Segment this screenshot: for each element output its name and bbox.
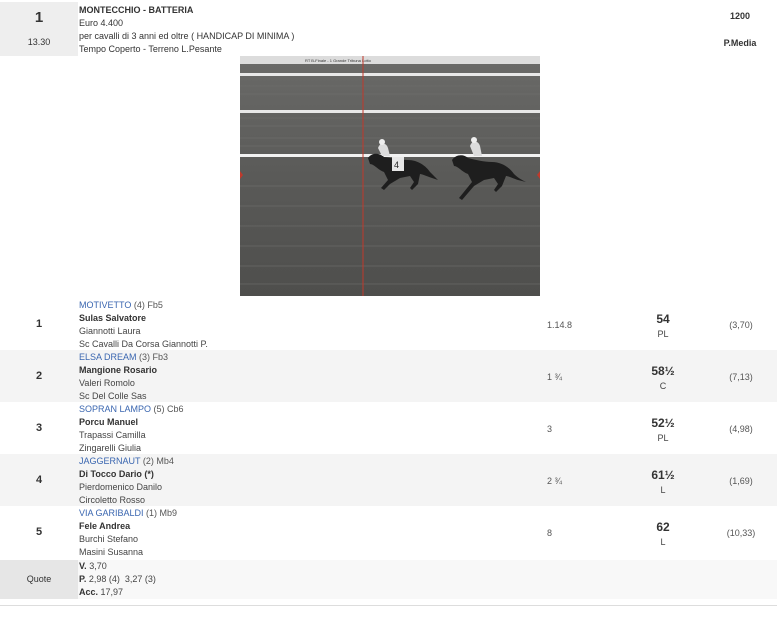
horse-extra: (1) Mb9: [146, 508, 178, 518]
weight-class: PL: [657, 433, 669, 443]
finish-position: 5: [35, 526, 43, 538]
jockey-name: Porcu Manuel: [79, 417, 139, 427]
horse-name-link[interactable]: MOTIVETTO: [79, 300, 131, 310]
weight-value: 54: [656, 312, 670, 326]
quote-win-label: V.: [79, 561, 87, 571]
horse-name-link[interactable]: JAGGERNAUT: [79, 456, 140, 466]
horse-extra: (4) Fb5: [133, 300, 163, 310]
photo-caption: RT B-Finale - 1 Grande Tribuna Lotto: [305, 58, 372, 63]
weight-class: PL: [657, 329, 669, 339]
horse-name-line: MOTIVETTO (4) Fb5: [79, 300, 163, 310]
jockey-name: Fele Andrea: [79, 521, 131, 531]
odds-value: (4,98): [729, 424, 753, 434]
owner-name: Sc Del Colle Sas: [79, 391, 147, 401]
odds-value: (7,13): [729, 372, 753, 382]
photo-finish-image[interactable]: RT B-Finale - 1 Grande Tribuna Lotto 4: [240, 56, 540, 296]
photo-finish-graphic: RT B-Finale - 1 Grande Tribuna Lotto 4: [240, 56, 540, 296]
horse-name-line: JAGGERNAUT (2) Mb4: [79, 456, 174, 466]
odds-value: (3,70): [729, 320, 753, 330]
finish-position: 3: [35, 422, 43, 434]
weight-value: 62: [656, 520, 670, 534]
quote-win-value: 3,70: [89, 561, 107, 571]
finish-margin: 3: [547, 424, 553, 434]
weight-class: C: [659, 381, 667, 391]
weight-value: 58½: [651, 364, 675, 378]
horse-name-link[interactable]: ELSA DREAM: [79, 352, 137, 362]
divider: [0, 605, 777, 606]
race-going: P.Media: [723, 38, 757, 48]
jockey-name: Di Tocco Dario (*): [79, 469, 154, 479]
finish-position: 4: [35, 474, 43, 486]
race-time: 13.30: [27, 37, 51, 47]
quote-acc-value: 17,97: [100, 587, 124, 597]
horse-extra: (2) Mb4: [142, 456, 174, 466]
weight-value: 52½: [651, 416, 675, 430]
race-distance: 1200: [729, 11, 751, 21]
odds-value: (10,33): [726, 528, 756, 538]
owner-name: Sc Cavalli Da Corsa Giannotti P.: [79, 339, 208, 349]
horse-extra: (3) Fb3: [139, 352, 169, 362]
svg-text:4: 4: [394, 160, 399, 170]
jockey-name: Sulas Salvatore: [79, 313, 147, 323]
trainer-name: Giannotti Laura: [79, 326, 141, 336]
weight-class: L: [660, 485, 666, 495]
horse-extra: (5) Cb6: [153, 404, 184, 414]
quote-accoppiata: Acc. 17,97: [79, 587, 123, 597]
finish-position: 1: [35, 318, 43, 330]
horse-name-link[interactable]: VIA GARIBALDI: [79, 508, 144, 518]
race-number: 1: [34, 9, 44, 26]
race-weather: Tempo Coperto - Terreno L.Pesante: [79, 44, 222, 54]
horse-name-link[interactable]: SOPRAN LAMPO: [79, 404, 151, 414]
weight-class: L: [660, 537, 666, 547]
finish-margin: 1 ¾: [547, 372, 563, 382]
race-prize: Euro 4.400: [79, 18, 124, 28]
quote-win: V. 3,70: [79, 561, 107, 571]
quote-acc-label: Acc.: [79, 587, 99, 597]
finish-margin: 2 ¾: [547, 476, 563, 486]
finish-position: 2: [35, 370, 43, 382]
quote-place-label: P.: [79, 574, 87, 584]
race-title: MONTECCHIO - BATTERIA: [79, 5, 194, 15]
horse-name-line: SOPRAN LAMPO (5) Cb6: [79, 404, 184, 414]
owner-name: Masini Susanna: [79, 547, 144, 557]
odds-value: (1,69): [729, 476, 753, 486]
quote-place-value: 2,98 (4) 3,27 (3): [88, 574, 156, 584]
owner-name: Circoletto Rosso: [79, 495, 146, 505]
owner-name: Zingarelli Giulia: [79, 443, 142, 453]
race-conditions: per cavalli di 3 anni ed oltre ( HANDICA…: [79, 31, 295, 41]
quote-place: P. 2,98 (4) 3,27 (3): [79, 574, 156, 584]
jockey-name: Mangione Rosario: [79, 365, 158, 375]
quote-row: [78, 560, 777, 599]
horse-name-line: VIA GARIBALDI (1) Mb9: [79, 508, 177, 518]
trainer-name: Valeri Romolo: [79, 378, 135, 388]
trainer-name: Pierdomenico Danilo: [79, 482, 163, 492]
finish-margin: 8: [547, 528, 553, 538]
horse-name-line: ELSA DREAM (3) Fb3: [79, 352, 168, 362]
quote-label: Quote: [26, 574, 52, 584]
weight-value: 61½: [651, 468, 675, 482]
trainer-name: Trapassi Camilla: [79, 430, 146, 440]
finish-time: 1.14.8: [547, 320, 573, 330]
trainer-name: Burchi Stefano: [79, 534, 139, 544]
